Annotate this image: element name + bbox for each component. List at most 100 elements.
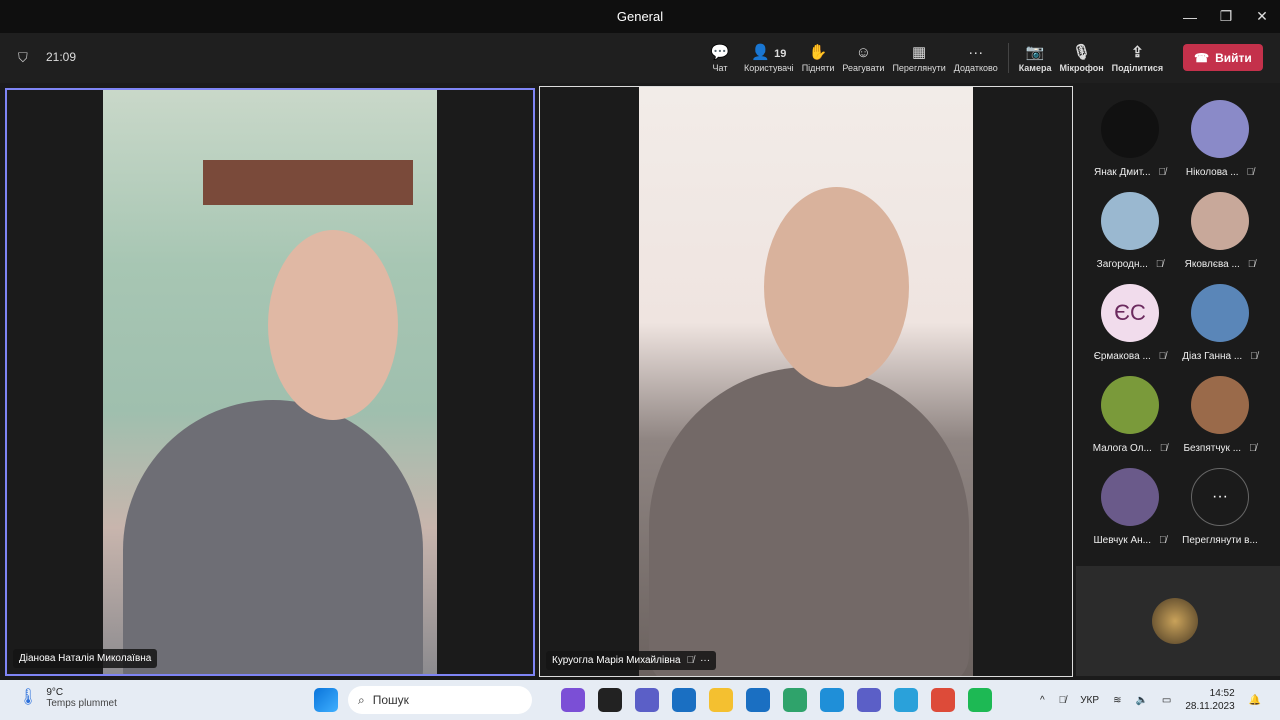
taskbar-app-icon[interactable]	[598, 688, 622, 712]
wifi-icon[interactable]: ≋	[1113, 695, 1121, 706]
leave-button[interactable]: ☎ Вийти	[1183, 44, 1263, 71]
name-tag: Діанова Наталія Миколаївна	[13, 649, 158, 668]
person-figure	[649, 367, 969, 676]
view-icon: ▦	[912, 44, 927, 61]
avatar	[1191, 100, 1249, 158]
participant-item[interactable]: Ніколова ... 🎙̸	[1174, 100, 1266, 178]
taskbar-app-icon[interactable]	[857, 688, 881, 712]
clock[interactable]: 14:52 28.11.2023	[1185, 687, 1234, 713]
more-button[interactable]: ··· Додатково	[950, 43, 1002, 73]
phone-icon: ☎	[1194, 50, 1210, 65]
taskbar-app-icon[interactable]	[709, 688, 733, 712]
taskbar-app-icon[interactable]	[820, 688, 844, 712]
mic-off-icon: 🎙̸	[1158, 535, 1167, 546]
self-view[interactable]	[1076, 566, 1280, 676]
mic-off-button[interactable]: 🎙 Мікрофон	[1055, 43, 1107, 73]
raise-hand-button[interactable]: ✋ Підняти	[798, 43, 839, 73]
participant-video	[103, 90, 437, 674]
participant-item[interactable]: Янак Дмит... 🎙̸	[1084, 100, 1176, 178]
maximize-button[interactable]: ❐	[1208, 0, 1244, 33]
name-tag: Куруогла Марія Михайлівна 🎙̸ ···	[546, 651, 717, 670]
mic-off-icon: 🎙̸	[1247, 259, 1256, 270]
avatar	[1191, 192, 1249, 250]
raise-hand-icon: ✋	[808, 44, 828, 61]
camera-off-button[interactable]: 📷 Камера	[1015, 43, 1056, 73]
battery-icon[interactable]: ▭	[1162, 695, 1171, 706]
more-icon: ···	[1191, 468, 1249, 526]
participant-item[interactable]: ··· Переглянути в...	[1174, 468, 1266, 546]
mic-off-icon: 🎙	[1072, 44, 1092, 61]
toolbar-divider	[1007, 43, 1009, 73]
mic-muted-icon[interactable]: 🎙̸	[1059, 695, 1067, 706]
person-head	[764, 187, 909, 387]
avatar	[1101, 376, 1159, 434]
language-indicator[interactable]: УКР	[1080, 695, 1099, 706]
avatar	[1191, 376, 1249, 434]
close-button[interactable]: ✕	[1244, 0, 1280, 33]
taskbar-app-icon[interactable]	[746, 688, 770, 712]
volume-icon[interactable]: 🔈	[1135, 695, 1147, 706]
window-title: General	[616, 9, 664, 24]
participant-count: 19	[774, 48, 787, 60]
taskbar-app-icon[interactable]	[931, 688, 955, 712]
avatar	[1101, 468, 1159, 526]
taskbar-app-icon[interactable]	[968, 688, 992, 712]
mic-off-icon: 🎙̸	[1159, 443, 1168, 454]
minimize-button[interactable]: —	[1172, 0, 1208, 33]
participant-video	[639, 87, 973, 676]
participant-item[interactable]: Малога Ол... 🎙̸	[1084, 376, 1176, 454]
shield-icon: ⛉	[18, 50, 28, 65]
react-icon: ☺	[855, 44, 872, 61]
taskbar-app-icon[interactable]	[561, 688, 585, 712]
taskbar-app-icon[interactable]	[894, 688, 918, 712]
chevron-up-icon[interactable]: ^	[1040, 695, 1045, 706]
mic-off-icon: 🎙̸	[1246, 167, 1255, 178]
mic-off-icon: 🎙̸	[1155, 259, 1164, 270]
self-avatar	[1152, 598, 1198, 644]
participant-item[interactable]: Шевчук Ан... 🎙̸	[1084, 468, 1176, 546]
mic-off-icon: 🎙̸	[1249, 443, 1257, 454]
mic-off-icon: 🎙̸	[1158, 351, 1167, 362]
weather-widget[interactable]: 🌡 9°C Temps plummet	[18, 687, 117, 709]
search-icon: ⌕	[358, 692, 365, 707]
view-button[interactable]: ▦ Переглянути	[888, 43, 949, 73]
participant-item[interactable]: Яковлєва ... 🎙̸	[1174, 192, 1266, 270]
chat-button[interactable]: 💬 Чат	[700, 43, 740, 73]
mic-off-icon: 🎙̸	[686, 655, 695, 666]
taskbar-app-icon[interactable]	[783, 688, 807, 712]
video-tile-1[interactable]: Діанова Наталія Миколаївна	[5, 88, 535, 676]
share-icon: ⇪	[1131, 44, 1144, 61]
meeting-timer: 21:09	[46, 50, 77, 64]
title-bar: General — ❐ ✕	[0, 0, 1280, 33]
avatar	[1191, 284, 1249, 342]
mic-off-icon: 🎙̸	[1158, 167, 1167, 178]
participant-gallery: Янак Дмит... 🎙̸ Ніколова ... 🎙̸ Загородн... 🎙…	[1078, 88, 1280, 563]
taskbar-app-icon[interactable]	[672, 688, 696, 712]
search-box[interactable]: ⌕ Пошук	[348, 686, 532, 714]
react-button[interactable]: ☺ Реагувати	[838, 43, 888, 73]
participant-item[interactable]: Загородн... 🎙̸	[1084, 192, 1176, 270]
taskbar-app-icon[interactable]	[635, 688, 659, 712]
taskbar: 🌡 9°C Temps plummet ⌕ Пошук ^ 🎙̸ УКР ≋ 🔈 ▭…	[0, 680, 1280, 720]
windows-start-icon[interactable]	[314, 688, 338, 712]
meeting-toolbar: ⛉ 21:09 💬 Чат 👤 19 Користувачі ✋ Підняти ☺ Реаг…	[0, 33, 1280, 83]
participant-item[interactable]: Безпятчук ... 🎙̸	[1174, 376, 1266, 454]
people-icon: 👤 19	[751, 44, 787, 61]
people-button[interactable]: 👤 19 Користувачі	[740, 43, 798, 73]
more-options-button[interactable]: ···	[700, 655, 710, 666]
camera-off-icon: 📷	[1025, 44, 1045, 61]
avatar	[1101, 192, 1159, 250]
participant-item[interactable]: ЄС Єрмакова ... 🎙̸	[1084, 284, 1176, 362]
participant-item[interactable]: Діаз Ганна ... 🎙̸	[1174, 284, 1266, 362]
mic-off-icon: 🎙̸	[1250, 351, 1258, 362]
shelf	[203, 160, 413, 205]
chat-icon: 💬	[710, 44, 730, 61]
notification-bell-icon[interactable]: 🔔	[1249, 695, 1261, 706]
share-button[interactable]: ⇪ Поділитися	[1108, 43, 1168, 73]
more-icon: ···	[968, 44, 984, 61]
avatar: ЄС	[1101, 284, 1159, 342]
avatar	[1101, 100, 1159, 158]
person-figure	[123, 400, 423, 674]
video-tile-2[interactable]: Куруогла Марія Михайлівна 🎙̸ ···	[539, 86, 1073, 677]
person-head	[268, 230, 398, 420]
